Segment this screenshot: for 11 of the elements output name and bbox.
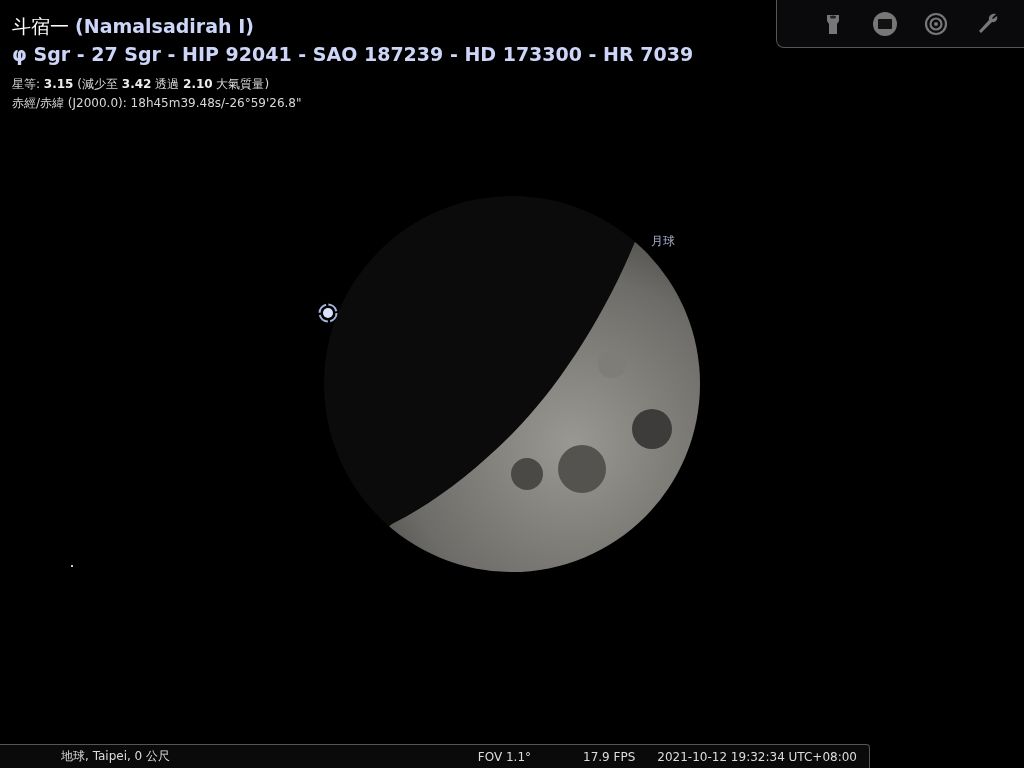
datetime-text: 2021-10-12 19:32:34 UTC+08:00 (657, 749, 857, 764)
moon-label: 月球 (651, 233, 675, 250)
location-text: 地球, Taipei, 0 公尺 (61, 748, 171, 765)
object-name: 斗宿一 (Namalsadirah I) (12, 14, 254, 39)
fov-text: FOV 1.1° (477, 749, 531, 764)
fps-text: 17.9 FPS (583, 749, 636, 764)
coordinates-text: 赤經/赤緯 (J2000.0): 18h45m39.48s/-26°59'26.8" (12, 95, 302, 112)
magnitude-text: 星等: 3.15 (減少至 3.42 透過 2.10 大氣質量) (12, 76, 270, 93)
target-icon[interactable] (924, 11, 949, 36)
object-designations: φ Sgr - 27 Sgr - HIP 92041 - SAO 187239 - HD 173300 - HR 7039 (12, 42, 694, 67)
screen-icon[interactable] (872, 11, 897, 36)
